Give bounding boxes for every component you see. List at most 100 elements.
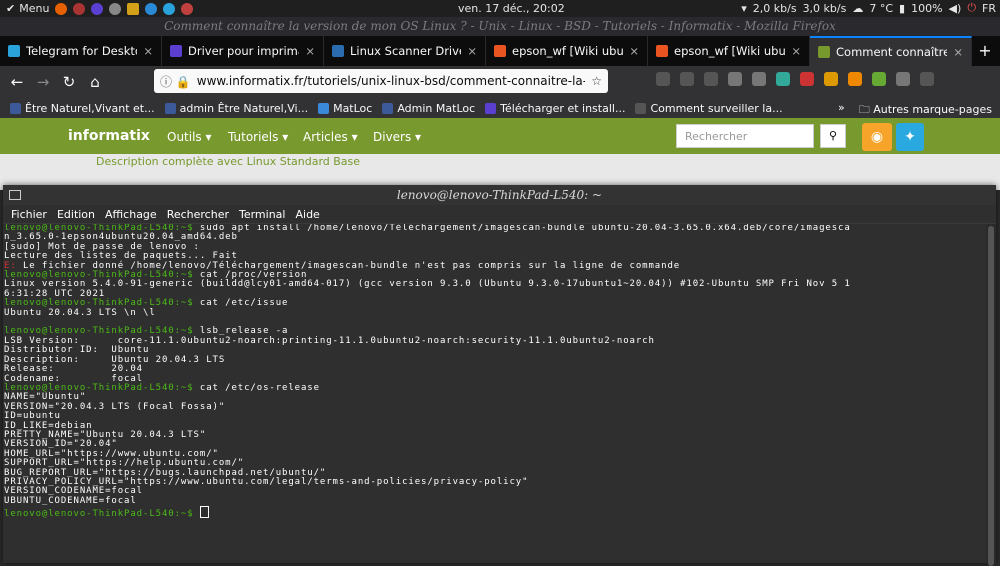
terminal-output[interactable]: lenovo@lenovo-ThinkPad-L540:~$ sudo apt … (3, 224, 986, 563)
site-info-icon[interactable]: ⓘ 🔒 (160, 73, 191, 90)
network-icon[interactable]: ▾ (741, 2, 747, 15)
navigation-bar: ← → ↻ ⌂ ⓘ 🔒 www.informatix.fr/tutoriels/… (0, 66, 1000, 98)
site-logo[interactable]: informatix (68, 128, 150, 144)
folder-icon: 🗀 (858, 103, 870, 116)
bookmark-item[interactable]: Comment surveiller la... (635, 102, 783, 115)
battery-level: 100% (911, 1, 943, 15)
net-speed-down: 2,0 kb/s (752, 1, 797, 15)
back-arrow-icon[interactable]: ← (4, 73, 30, 91)
browser-tab[interactable]: epson_wf [Wiki ubuntu-f × (486, 36, 648, 66)
nav-divers[interactable]: Divers ▾ (373, 130, 421, 144)
clock[interactable]: ven. 17 déc., 20:02 (458, 2, 565, 15)
home-icon[interactable]: ⌂ (82, 73, 108, 91)
close-tab-icon[interactable]: × (467, 44, 477, 58)
terminal-line: VERSION="20.04.3 LTS (Focal Fossa)" (4, 402, 986, 412)
extension-icon[interactable] (896, 72, 910, 86)
terminal-text: UBUNTU_CODENAME=focal (4, 495, 137, 506)
reload-icon[interactable]: ↻ (56, 73, 82, 91)
bookmark-item[interactable]: admin Être Naturel,Vi... (164, 102, 308, 115)
extension-icon[interactable] (776, 72, 790, 86)
menu-rechercher[interactable]: Rechercher (167, 208, 229, 221)
page-description-link[interactable]: Description complète avec Linux Standard… (96, 155, 360, 168)
menu-icon: ✔ (6, 2, 16, 15)
extension-icon[interactable] (872, 72, 886, 86)
menu-edition[interactable]: Edition (57, 208, 95, 221)
url-bar[interactable]: ⓘ 🔒 www.informatix.fr/tutoriels/unix-lin… (154, 69, 608, 93)
keyboard-layout[interactable]: FR (982, 2, 996, 15)
extension-icon[interactable] (728, 72, 742, 86)
terminal-scrollbar[interactable] (986, 224, 996, 566)
firefox-launcher-icon[interactable] (55, 2, 68, 15)
search-icon[interactable]: ⚲ (820, 124, 846, 148)
terminal-title: lenovo@lenovo-ThinkPad-L540: ~ (396, 188, 603, 202)
launcher-icon[interactable] (181, 2, 194, 15)
extension-icon[interactable] (824, 72, 838, 86)
weather-icon[interactable]: ☁ (852, 2, 863, 15)
nav-outils[interactable]: Outils ▾ (167, 130, 212, 144)
bookmark-item[interactable]: Admin MatLoc (382, 102, 475, 115)
browser-tab[interactable]: Driver pour imprimante × (162, 36, 324, 66)
new-tab-button[interactable]: + (972, 36, 998, 66)
forward-arrow-icon[interactable]: → (30, 73, 56, 91)
rss-icon[interactable]: ◉ (862, 123, 892, 151)
bookmark-label: Admin MatLoc (397, 101, 476, 115)
battery-icon[interactable]: ▮ (899, 2, 905, 15)
twitter-icon[interactable]: ✦ (896, 123, 924, 151)
menu-terminal[interactable]: Terminal (239, 208, 286, 221)
extension-icon[interactable] (800, 72, 814, 86)
telegram-launcher-icon[interactable] (163, 2, 176, 15)
terminal-cursor (199, 506, 209, 519)
scrollbar-thumb[interactable] (988, 226, 994, 566)
bookmark-favicon-icon (635, 102, 647, 114)
menu-affichage[interactable]: Affichage (105, 208, 157, 221)
bookmark-item[interactable]: MatLoc (318, 102, 372, 115)
temperature: 7 °C (869, 1, 894, 15)
terminal-line: PRIVACY_POLICY_URL="https://www.ubuntu.c… (4, 477, 986, 487)
bookmark-item[interactable]: Télécharger et install... (485, 102, 625, 115)
bookmark-item[interactable]: Être Naturel,Vivant et... (10, 102, 155, 115)
menu-aide[interactable]: Aide (295, 208, 319, 221)
start-menu-button[interactable]: ✔ Menu (0, 2, 49, 15)
browser-tab-active[interactable]: Comment connaître la ve × (810, 36, 972, 66)
browser-tab[interactable]: Linux Scanner Driver Do × (324, 36, 486, 66)
nav-tutoriels[interactable]: Tutoriels ▾ (228, 130, 288, 144)
terminal-line: PRETTY_NAME="Ubuntu 20.04.3 LTS" (4, 430, 986, 440)
bookmark-star-icon[interactable]: ☆ (591, 74, 602, 88)
close-tab-icon[interactable]: × (791, 44, 801, 58)
site-search-input[interactable]: Rechercher (676, 124, 814, 148)
tab-label: epson_wf [Wiki ubuntu-f (674, 44, 786, 58)
close-tab-icon[interactable]: × (305, 44, 315, 58)
tab-favicon-icon (332, 45, 344, 57)
terminal-line: Release: 20.04 (4, 364, 986, 374)
launcher-icon[interactable] (109, 2, 122, 15)
launcher-icon[interactable] (127, 2, 140, 15)
terminal-menubar: Fichier Edition Affichage Rechercher Ter… (3, 205, 996, 224)
close-tab-icon[interactable]: × (629, 44, 639, 58)
library-icon[interactable] (704, 72, 718, 86)
launcher-icon[interactable] (91, 2, 104, 15)
nav-articles[interactable]: Articles ▾ (303, 130, 358, 144)
close-tab-icon[interactable]: × (953, 45, 963, 59)
browser-tab[interactable]: Telegram for Desktop 3. × (0, 36, 162, 66)
extension-icon[interactable] (752, 72, 766, 86)
volume-icon[interactable]: ◀) (949, 2, 962, 15)
pocket-icon[interactable] (656, 72, 670, 86)
launcher-icon[interactable] (145, 2, 158, 15)
close-tab-icon[interactable]: × (143, 44, 153, 58)
menu-fichier[interactable]: Fichier (11, 208, 47, 221)
tab-favicon-icon (656, 45, 668, 57)
terminal-prompt: lenovo@lenovo-ThinkPad-L540:~$ (4, 509, 194, 520)
launcher-icon[interactable] (73, 2, 86, 15)
tab-bar: Telegram for Desktop 3. × Driver pour im… (0, 36, 1000, 66)
menu-hamburger-icon[interactable] (920, 72, 934, 86)
browser-tab[interactable]: epson_wf [Wiki ubuntu-f × (648, 36, 810, 66)
menu-label: Menu (19, 2, 50, 15)
power-icon[interactable]: ⏻ (967, 1, 976, 15)
extension-icon[interactable] (848, 72, 862, 86)
download-icon[interactable] (680, 72, 694, 86)
system-tray: ▾ 2,0 kb/s 3,0 kb/s ☁ 7 °C ▮ 100% ◀) ⏻ F… (741, 1, 996, 15)
terminal-line: ID=ubuntu (4, 411, 986, 421)
system-panel: ✔ Menu ven. 17 déc., 20:02 ▾ 2,0 kb/s 3,… (0, 0, 1000, 17)
bookmark-favicon-icon (382, 102, 394, 114)
bookmark-label: MatLoc (333, 101, 373, 115)
